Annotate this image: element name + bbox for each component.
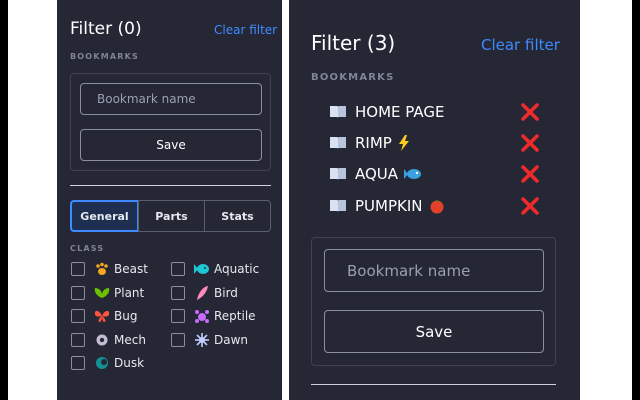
bookmark-name: AQUA: [355, 165, 399, 183]
delete-icon[interactable]: [521, 165, 539, 183]
tab-general[interactable]: General: [70, 200, 139, 232]
class-label: Bug: [114, 309, 138, 323]
clear-filter-link[interactable]: Clear filter: [214, 23, 277, 37]
bug-checkbox[interactable]: [71, 309, 85, 323]
bookmark-item[interactable]: PUMPKIN: [329, 197, 445, 215]
class-label: Beast: [114, 262, 148, 276]
filter-title: Filter (0): [70, 19, 142, 39]
beast-checkbox[interactable]: [71, 262, 85, 276]
class-label: Bird: [214, 286, 238, 300]
delete-icon[interactable]: [521, 103, 539, 121]
reptile-checkbox[interactable]: [171, 309, 185, 323]
sun-icon: [194, 332, 210, 348]
bookmark-name-input[interactable]: Bookmark name: [324, 249, 544, 292]
bookmark-name: PUMPKIN: [355, 197, 423, 215]
reptile-icon: [194, 308, 210, 324]
class-mech: Mech: [71, 332, 146, 348]
gear-icon: [94, 332, 110, 348]
book-icon: [330, 137, 346, 149]
bird-checkbox[interactable]: [171, 286, 185, 300]
book-icon: [330, 168, 346, 180]
book-icon: [330, 106, 346, 118]
right-edge: [632, 0, 640, 400]
bookmarks-heading: BOOKMARKS: [70, 52, 139, 61]
bookmark-item[interactable]: RIMP: [329, 134, 410, 152]
class-dawn: Dawn: [171, 332, 248, 348]
class-label: Dawn: [214, 333, 249, 347]
plant-checkbox[interactable]: [71, 286, 85, 300]
lightning-icon: [398, 135, 410, 151]
left-edge: [0, 0, 8, 400]
fish-icon: [194, 261, 210, 277]
aquatic-checkbox[interactable]: [171, 262, 185, 276]
class-aquatic: Aquatic: [171, 261, 259, 277]
class-label: Aquatic: [214, 262, 260, 276]
class-label: Mech: [114, 333, 146, 347]
divider: [311, 384, 556, 385]
bookmark-name-input[interactable]: Bookmark name: [80, 83, 262, 115]
class-label: Dusk: [114, 356, 145, 370]
moon-icon: [94, 355, 110, 371]
divider: [70, 185, 271, 186]
class-label: Reptile: [214, 309, 256, 323]
butterfly-icon: [94, 308, 110, 324]
clear-filter-link[interactable]: Clear filter: [481, 36, 560, 54]
bookmark-name: RIMP: [355, 134, 392, 152]
class-heading: CLASS: [70, 244, 105, 253]
book-icon: [330, 200, 346, 212]
leaf-icon: [94, 285, 110, 301]
bookmark-item[interactable]: AQUA: [329, 165, 422, 183]
class-reptile: Reptile: [171, 308, 256, 324]
tab-parts[interactable]: Parts: [138, 200, 205, 232]
bookmarks-heading: BOOKMARKS: [311, 72, 395, 83]
mech-checkbox[interactable]: [71, 333, 85, 347]
class-plant: Plant: [71, 285, 144, 301]
bookmark-name: HOME PAGE: [355, 103, 445, 121]
save-button[interactable]: Save: [80, 129, 262, 161]
feather-icon: [194, 285, 210, 301]
paw-icon: [94, 261, 110, 277]
filter-title: Filter (3): [311, 31, 396, 55]
delete-icon[interactable]: [521, 134, 539, 152]
tomato-icon: [429, 198, 445, 214]
dawn-checkbox[interactable]: [171, 333, 185, 347]
delete-icon[interactable]: [521, 197, 539, 215]
filter-tabs: General Parts Stats: [70, 200, 271, 232]
class-dusk: Dusk: [71, 355, 144, 371]
class-label: Plant: [114, 286, 145, 300]
class-beast: Beast: [71, 261, 148, 277]
fish-icon: [404, 168, 422, 180]
dusk-checkbox[interactable]: [71, 356, 85, 370]
save-button[interactable]: Save: [324, 310, 544, 353]
class-bird: Bird: [171, 285, 238, 301]
class-bug: Bug: [71, 308, 137, 324]
bookmark-item[interactable]: HOME PAGE: [329, 103, 444, 121]
tab-stats[interactable]: Stats: [204, 200, 271, 232]
